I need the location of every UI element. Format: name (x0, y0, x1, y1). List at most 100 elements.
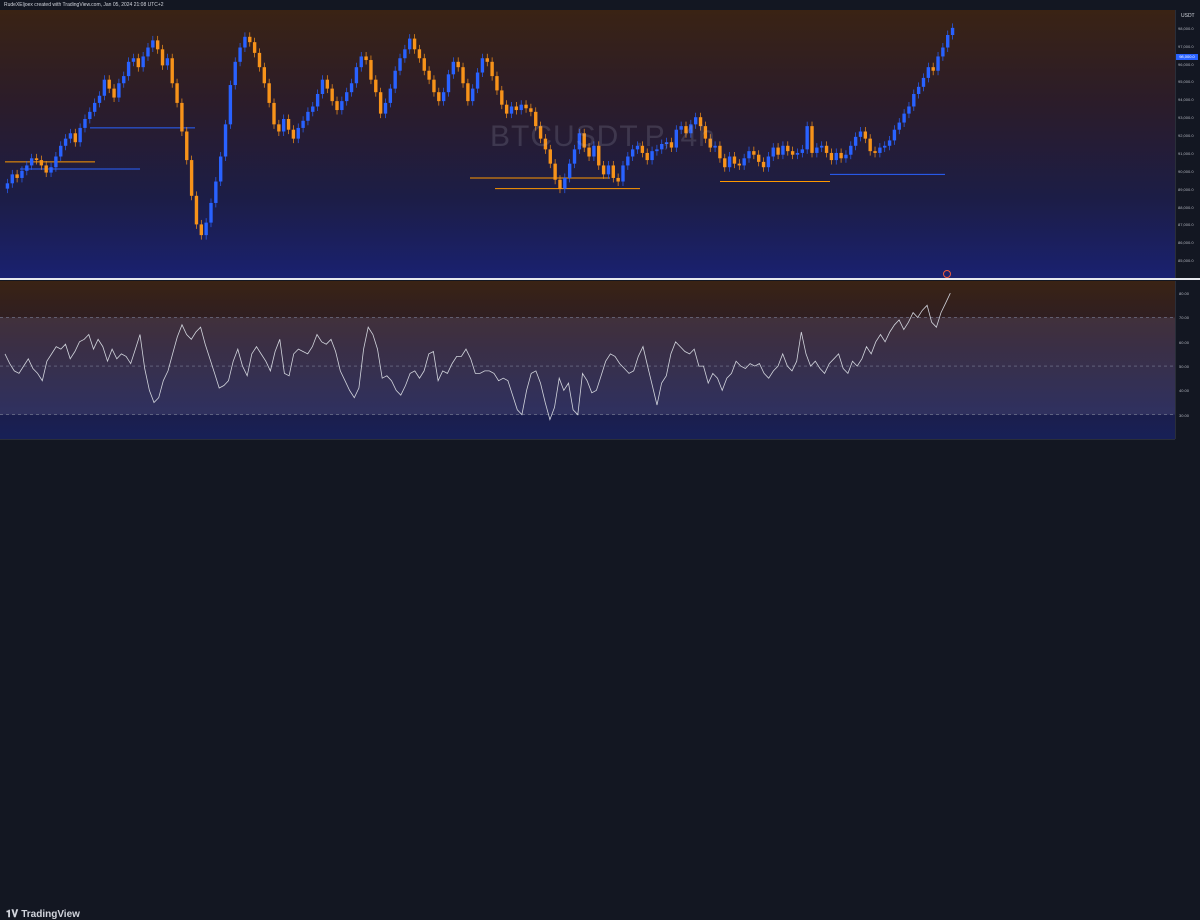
symbol-watermark: BTCUSDT.P, 4h (490, 120, 716, 153)
candle (567, 163, 572, 178)
candle (946, 35, 950, 48)
candle (873, 151, 877, 153)
candle (771, 147, 775, 157)
candle (737, 163, 742, 166)
time-axis[interactable] (0, 439, 1175, 454)
candle (524, 104, 528, 109)
candle (475, 72, 480, 89)
candle (359, 56, 363, 68)
price-tick-label: 94,000.0 (1178, 97, 1194, 103)
candle (364, 56, 368, 61)
candle (810, 126, 814, 153)
price-tick-label: 85,000.0 (1178, 258, 1194, 264)
candle (315, 93, 320, 107)
candle (417, 49, 422, 59)
candle (732, 156, 737, 164)
price-tick-label: 98,000.0 (1178, 25, 1194, 31)
candle (393, 70, 397, 89)
candle (795, 152, 800, 155)
pane-divider[interactable] (0, 278, 1200, 280)
candle (107, 79, 111, 89)
candle (509, 106, 514, 114)
candle (485, 58, 489, 62)
candle (941, 47, 945, 57)
brand-name: TradingView (21, 909, 80, 920)
candle (815, 147, 819, 153)
candle (112, 88, 116, 98)
candle (228, 85, 233, 125)
candle (126, 61, 131, 77)
candle (926, 67, 931, 78)
candle (296, 127, 300, 139)
price-tick-label: 95,000.0 (1178, 79, 1194, 85)
tradingview-logo-icon: 𝟏𝐕 (6, 909, 19, 920)
candle (102, 79, 107, 96)
candle (286, 118, 291, 130)
candle (437, 92, 441, 102)
candle (790, 151, 795, 155)
candle (223, 124, 228, 157)
candle (820, 145, 824, 148)
candle (412, 38, 417, 50)
candle (330, 88, 334, 102)
candle (383, 102, 388, 114)
alert-marker-icon[interactable] (943, 270, 951, 278)
rsi-chart[interactable] (0, 281, 1175, 439)
candle (204, 222, 208, 236)
candle (495, 76, 499, 91)
rsi-tick-label: 30.00 (1179, 412, 1190, 418)
candle (921, 77, 926, 87)
candle (601, 165, 606, 175)
candle (354, 67, 359, 84)
candle (5, 183, 10, 189)
candle (742, 158, 746, 166)
candle (20, 170, 24, 178)
candle (349, 83, 354, 93)
tradingview-logo[interactable]: 𝟏𝐕 TradingView (6, 909, 80, 920)
candle (209, 202, 213, 223)
candle (408, 38, 412, 50)
candle (25, 165, 29, 171)
price-axis[interactable]: 98,000.0 97,000.0 96,000.0 95,000.0 94,000.0… (1175, 10, 1200, 278)
candle (345, 92, 349, 102)
candle (747, 151, 751, 159)
rsi-axis[interactable]: 80.00 70.00 60.00 50.00 40.00 30.00 (1175, 281, 1200, 439)
price-tick-label: 87,000.0 (1178, 222, 1194, 228)
candle (766, 156, 771, 168)
candle (824, 145, 829, 153)
candle (185, 131, 189, 161)
candle (529, 108, 533, 112)
candle (88, 111, 92, 119)
price-tick-label: 89,000.0 (1178, 186, 1194, 192)
candle (887, 140, 892, 146)
candle (306, 111, 310, 121)
candle (243, 36, 247, 48)
candle (471, 88, 475, 102)
candle (781, 145, 785, 155)
candle (277, 124, 281, 132)
candle (456, 61, 460, 68)
candle (97, 95, 102, 103)
candle (282, 118, 286, 132)
candle (858, 131, 863, 137)
candle (422, 58, 426, 71)
candle (883, 145, 887, 148)
candle (378, 92, 383, 114)
candle (92, 102, 97, 112)
candle (141, 56, 145, 68)
candle (131, 58, 136, 62)
footer: 𝟏𝐕 TradingView (0, 453, 1200, 920)
candle (912, 93, 916, 107)
candle (519, 104, 523, 111)
candle (301, 120, 305, 128)
candle (54, 156, 58, 168)
candle (388, 88, 393, 103)
candle (34, 158, 39, 161)
price-tick-label: 96,000.0 (1178, 61, 1194, 67)
candle (432, 79, 436, 93)
candle (59, 145, 63, 157)
candle (616, 177, 620, 182)
candle (451, 61, 456, 75)
candle (853, 136, 858, 146)
candle (718, 145, 722, 159)
